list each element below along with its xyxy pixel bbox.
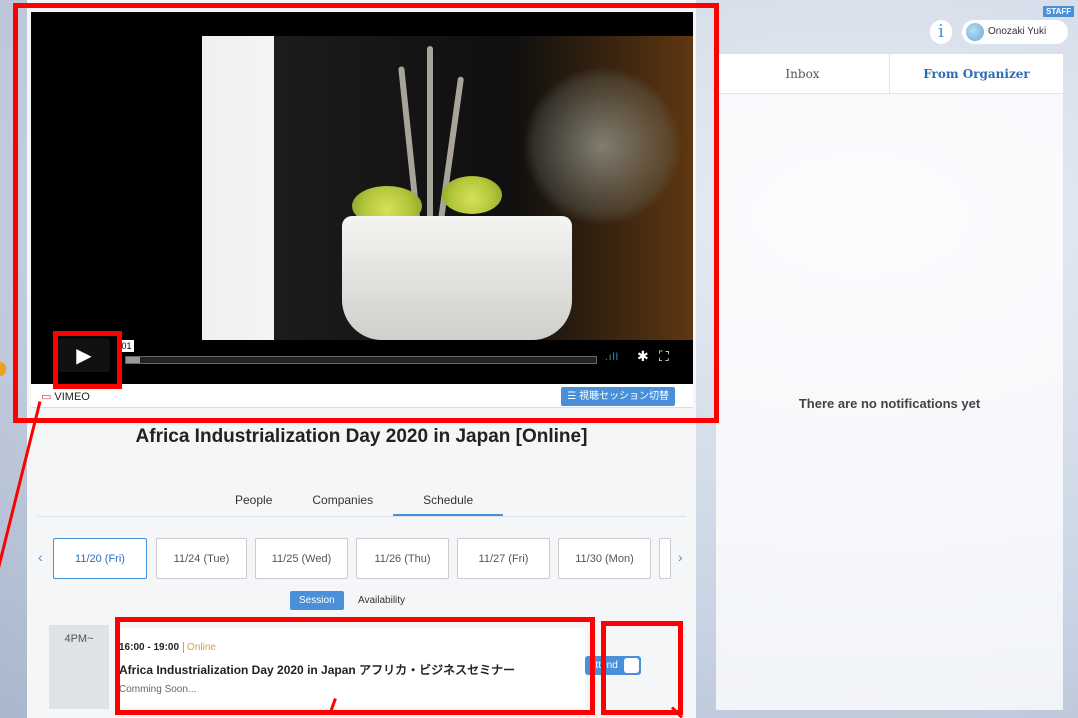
date-button[interactable]: 11/24 (Tue): [156, 538, 247, 579]
tab-from-organizer[interactable]: From Organizer: [889, 54, 1063, 93]
annotation-box-attend: [601, 621, 683, 715]
tabs-divider: [37, 516, 686, 517]
tab-inbox[interactable]: Inbox: [716, 54, 889, 93]
info-icon[interactable]: i: [930, 20, 952, 44]
tab-companies[interactable]: Companies: [292, 492, 393, 516]
session-view-button[interactable]: Session: [290, 591, 344, 610]
event-title: Africa Industrialization Day 2020 in Jap…: [135, 426, 588, 447]
staff-badge: STAFF: [1043, 6, 1075, 17]
tab-people[interactable]: People: [215, 492, 292, 516]
date-button-partial[interactable]: [659, 538, 671, 579]
tab-schedule[interactable]: Schedule: [393, 492, 504, 516]
date-button[interactable]: 11/27 (Fri): [457, 538, 550, 579]
notifications-panel: Inbox From Organizer There are no notifi…: [716, 54, 1063, 710]
chevron-left-icon[interactable]: ‹: [38, 549, 43, 565]
annotation-box-session: [115, 617, 595, 715]
date-button[interactable]: 11/30 (Mon): [558, 538, 651, 579]
date-button[interactable]: 11/25 (Wed): [255, 538, 348, 579]
section-tabs: People Companies Schedule: [215, 492, 504, 516]
notification-tabs: Inbox From Organizer: [716, 54, 1063, 94]
chevron-right-icon[interactable]: ›: [678, 549, 683, 565]
user-name: Onozaki Yuki: [988, 26, 1047, 37]
date-button[interactable]: 11/20 (Fri): [53, 538, 147, 579]
empty-notifications-message: There are no notifications yet: [798, 396, 981, 411]
date-selector: ‹ 11/20 (Fri) 11/24 (Tue) 11/25 (Wed) 11…: [35, 537, 690, 581]
availability-view-button[interactable]: Availability: [349, 591, 414, 610]
user-menu[interactable]: Onozaki Yuki: [962, 20, 1068, 44]
date-button[interactable]: 11/26 (Thu): [356, 538, 449, 579]
time-slot: 4PM~: [49, 625, 109, 709]
avatar: [966, 23, 984, 41]
annotation-box-play-button: [53, 331, 122, 389]
